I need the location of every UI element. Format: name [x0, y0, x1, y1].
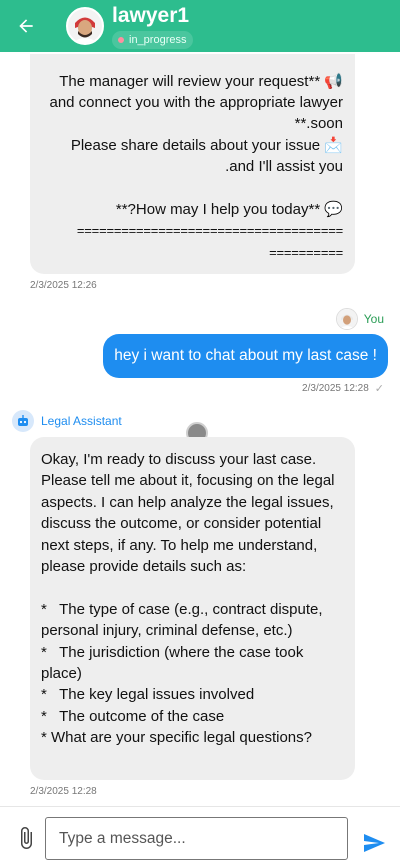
message-input[interactable]	[45, 817, 348, 860]
message-timestamp: 2/3/2025 12:26	[30, 280, 97, 291]
send-button[interactable]	[362, 831, 386, 855]
lawyer-avatar[interactable]	[66, 7, 104, 45]
back-button[interactable]	[4, 0, 48, 52]
user-message-bubble: hey i want to chat about my last case !	[103, 334, 388, 378]
composer-bar	[0, 806, 400, 867]
message-line: ==========	[269, 245, 343, 260]
paperclip-icon	[21, 827, 32, 849]
status-dot-icon	[118, 36, 124, 43]
status-badge: in_progress	[112, 30, 194, 49]
message-timestamp: 2/3/2025 12:28	[302, 383, 369, 394]
sender-label: Legal Assistant	[41, 414, 122, 428]
message-line: ====================================	[76, 223, 343, 238]
message-line: .and I'll assist you	[225, 158, 343, 175]
assistant-avatar	[12, 410, 34, 432]
chat-title: lawyer1	[112, 3, 190, 27]
sent-check-icon: ✓	[374, 383, 384, 395]
chat-header: lawyer1 in_progress	[0, 0, 400, 52]
message-line: **?How may I help you today** 💬	[115, 201, 343, 218]
message-meta: 2/3/2025 12:28 ✓	[302, 382, 384, 395]
sender-label: You	[363, 312, 384, 326]
robot-icon	[18, 415, 28, 426]
message-line: Please share details about your issue 📩	[70, 137, 343, 154]
message-line: **.soon	[294, 115, 343, 132]
message-timestamp: 2/3/2025 12:28	[30, 786, 97, 797]
header-title-block: lawyer1 in_progress	[112, 3, 194, 49]
status-text: in_progress	[129, 33, 187, 46]
person-avatar-icon	[336, 309, 357, 329]
attach-button[interactable]	[14, 825, 38, 851]
message-line: The manager will review your request** 📢	[59, 73, 343, 90]
user-avatar[interactable]	[335, 308, 358, 330]
assistant-message-bubble: Okay, I'm ready to discuss your last cas…	[30, 437, 355, 780]
assistant-sender-row: Legal Assistant	[12, 410, 122, 432]
user-sender-row: You	[335, 308, 384, 330]
send-icon	[364, 834, 385, 852]
assistant-message-bubble: The manager will review your request** 📢…	[30, 54, 355, 274]
message-text: Okay, I'm ready to discuss your last cas…	[41, 451, 335, 747]
person-avatar-icon	[68, 9, 102, 43]
message-line: and connect you with the appropriate law…	[49, 94, 343, 111]
message-text: hey i want to chat about my last case !	[114, 347, 377, 364]
arrow-left-icon	[19, 19, 33, 33]
